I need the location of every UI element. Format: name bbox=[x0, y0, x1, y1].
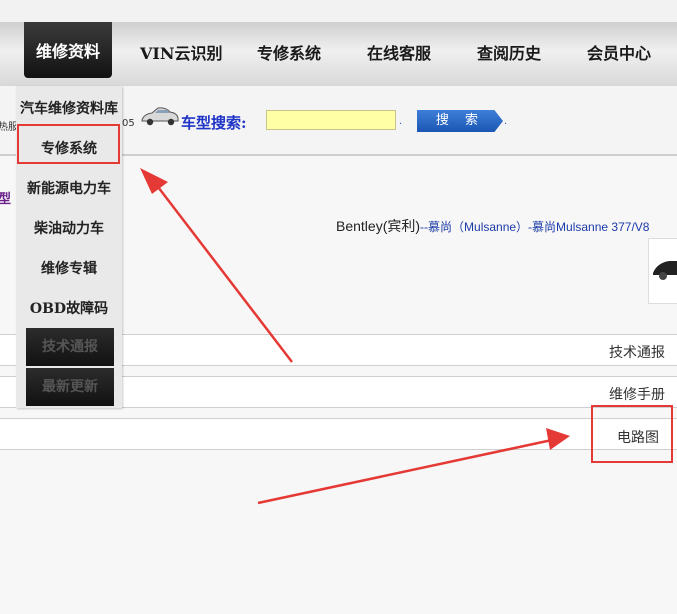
arrow-head-icon bbox=[140, 168, 168, 194]
annotation-arrows bbox=[140, 168, 570, 505]
arrow-head-icon bbox=[546, 428, 570, 450]
